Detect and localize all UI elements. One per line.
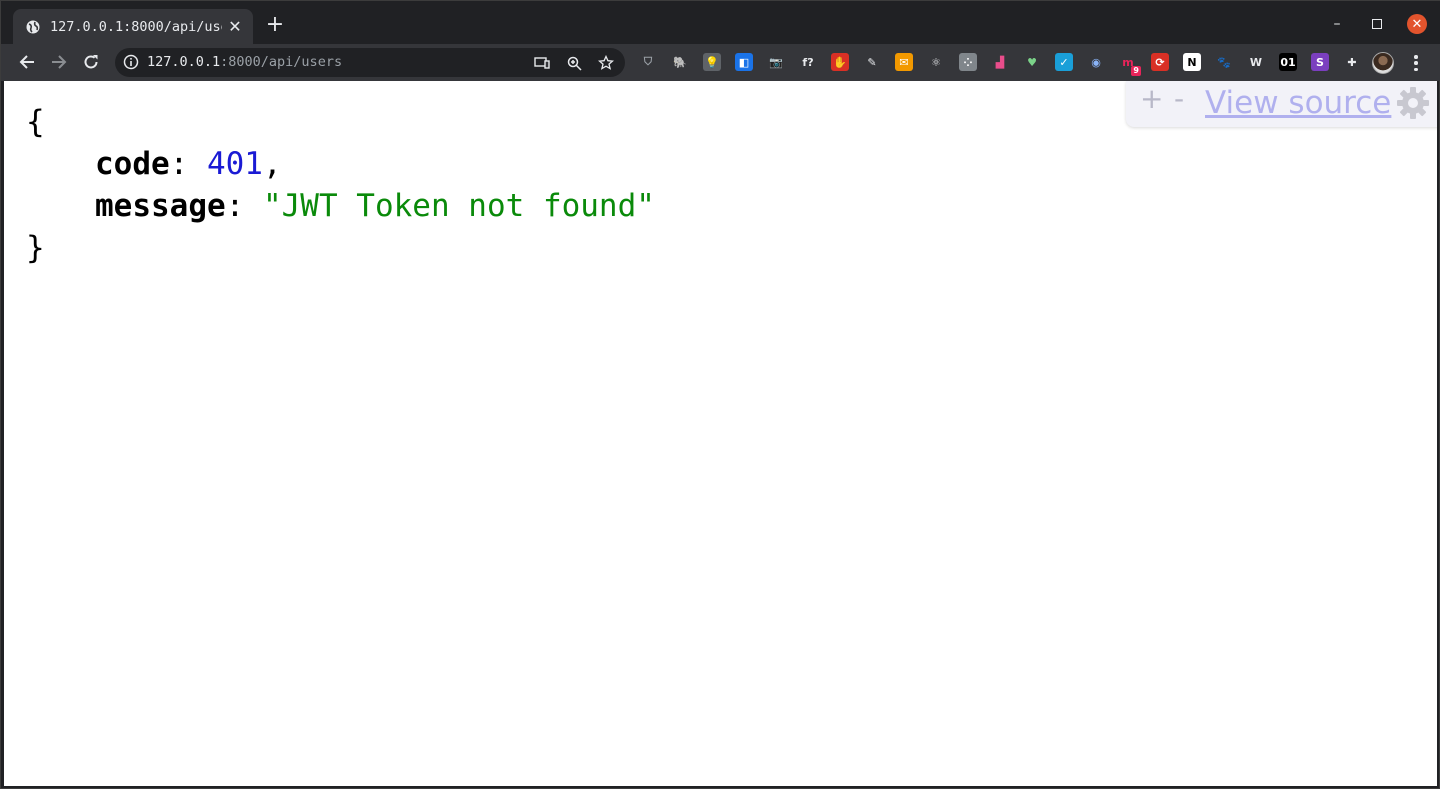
tab-title: 127.0.0.1:8000/api/users <box>50 18 222 35</box>
menu-dot-icon <box>1414 67 1418 71</box>
json-value-number: 401 <box>206 146 263 182</box>
mail-icon[interactable]: ✉ <box>895 53 913 71</box>
puzzle-icon[interactable]: ✚ <box>1343 53 1361 71</box>
bars-icon[interactable]: ▟ <box>991 53 1009 71</box>
checkbox-icon[interactable]: ✓ <box>1055 53 1073 71</box>
reload-button[interactable] <box>79 50 103 74</box>
menu-dot-icon <box>1414 61 1418 65</box>
browser-window: 127.0.0.1:8000/api/users ✕ + – ✕ 127.0.0… <box>0 0 1440 789</box>
site-info-icon[interactable] <box>123 54 139 70</box>
url-host: 127.0.0.1 <box>147 54 221 70</box>
new-tab-button[interactable]: + <box>265 14 285 36</box>
json-viewer-toolbar: + - View source <box>1126 81 1437 127</box>
s-icon[interactable]: S <box>1311 53 1329 71</box>
react-icon[interactable]: ⚛ <box>927 53 945 71</box>
pocket-icon[interactable]: ⛉ <box>639 53 657 71</box>
page-content: { code: 401, message: "JWT Token not fou… <box>4 81 1437 786</box>
heart-icon[interactable]: ♥ <box>1023 53 1041 71</box>
arrow-left-icon <box>19 55 34 69</box>
hand-stop-icon[interactable]: ✋ <box>831 53 849 71</box>
json-viewer: { code: 401, message: "JWT Token not fou… <box>26 104 655 266</box>
json-comma: , <box>262 146 282 182</box>
url-path: :8000/api/users <box>220 54 343 70</box>
gear-icon[interactable] <box>1396 86 1430 120</box>
maximize-icon <box>1372 19 1382 29</box>
url-text: 127.0.0.1:8000/api/users <box>147 54 342 70</box>
pen-icon[interactable]: ✎ <box>863 53 881 71</box>
view-source-link[interactable]: View source <box>1205 81 1391 125</box>
m-icon[interactable]: m9 <box>1119 53 1141 76</box>
tab-active[interactable]: 127.0.0.1:8000/api/users ✕ <box>13 9 253 44</box>
json-key: code <box>95 146 170 182</box>
collapse-all-button[interactable]: - <box>1174 82 1184 115</box>
notion-icon[interactable]: N <box>1183 53 1201 71</box>
address-bar[interactable]: 127.0.0.1:8000/api/users <box>115 48 625 77</box>
gnome-icon[interactable]: 🐾 <box>1215 53 1233 71</box>
extension-badge: 9 <box>1131 66 1141 76</box>
minimize-button[interactable]: – <box>1327 11 1347 37</box>
close-window-button[interactable]: ✕ <box>1407 14 1427 34</box>
browser-menu-button[interactable] <box>1407 53 1425 73</box>
forward-button[interactable] <box>47 50 71 74</box>
lightbulb-icon[interactable]: 💡 <box>703 53 721 71</box>
camera-icon[interactable]: 📷 <box>767 53 785 71</box>
circle-dots-icon[interactable]: ⁘ <box>959 53 977 71</box>
tab-strip: 127.0.0.1:8000/api/users ✕ + – ✕ <box>1 1 1440 44</box>
bookmark-star-icon[interactable] <box>597 54 615 72</box>
wikipedia-icon[interactable]: W <box>1247 53 1265 71</box>
profile-avatar[interactable] <box>1372 52 1394 74</box>
refresh-red-icon[interactable]: ⟳ <box>1151 53 1169 71</box>
browser-toolbar: 127.0.0.1:8000/api/users ⛉ 🐘 💡 ◧ 📷 f? ✋ ✎ ✉ ⚛ ⁘ ▟ ♥ ✓… <box>1 44 1440 81</box>
font-icon[interactable]: f? <box>799 53 817 71</box>
globe-icon <box>25 19 41 35</box>
cast-icon[interactable] <box>533 54 551 72</box>
zoom-icon[interactable] <box>565 54 583 72</box>
evernote-icon[interactable]: 🐘 <box>671 53 689 71</box>
json-close-brace: } <box>26 230 45 266</box>
json-open-brace: { <box>26 104 45 140</box>
back-button[interactable] <box>15 50 39 74</box>
expand-all-button[interactable]: + <box>1140 82 1163 115</box>
menu-dot-icon <box>1414 55 1418 59</box>
maximize-button[interactable] <box>1367 11 1387 37</box>
translate-icon[interactable]: ◧ <box>735 53 753 71</box>
drop-icon[interactable]: ◉ <box>1087 53 1105 71</box>
json-key: message <box>95 188 226 224</box>
reload-icon <box>84 55 98 69</box>
json-value-string: "JWT Token not found" <box>262 188 655 224</box>
arrow-right-icon <box>52 55 67 69</box>
binary-icon[interactable]: 01 <box>1279 53 1297 71</box>
tab-close-icon[interactable]: ✕ <box>227 18 243 35</box>
